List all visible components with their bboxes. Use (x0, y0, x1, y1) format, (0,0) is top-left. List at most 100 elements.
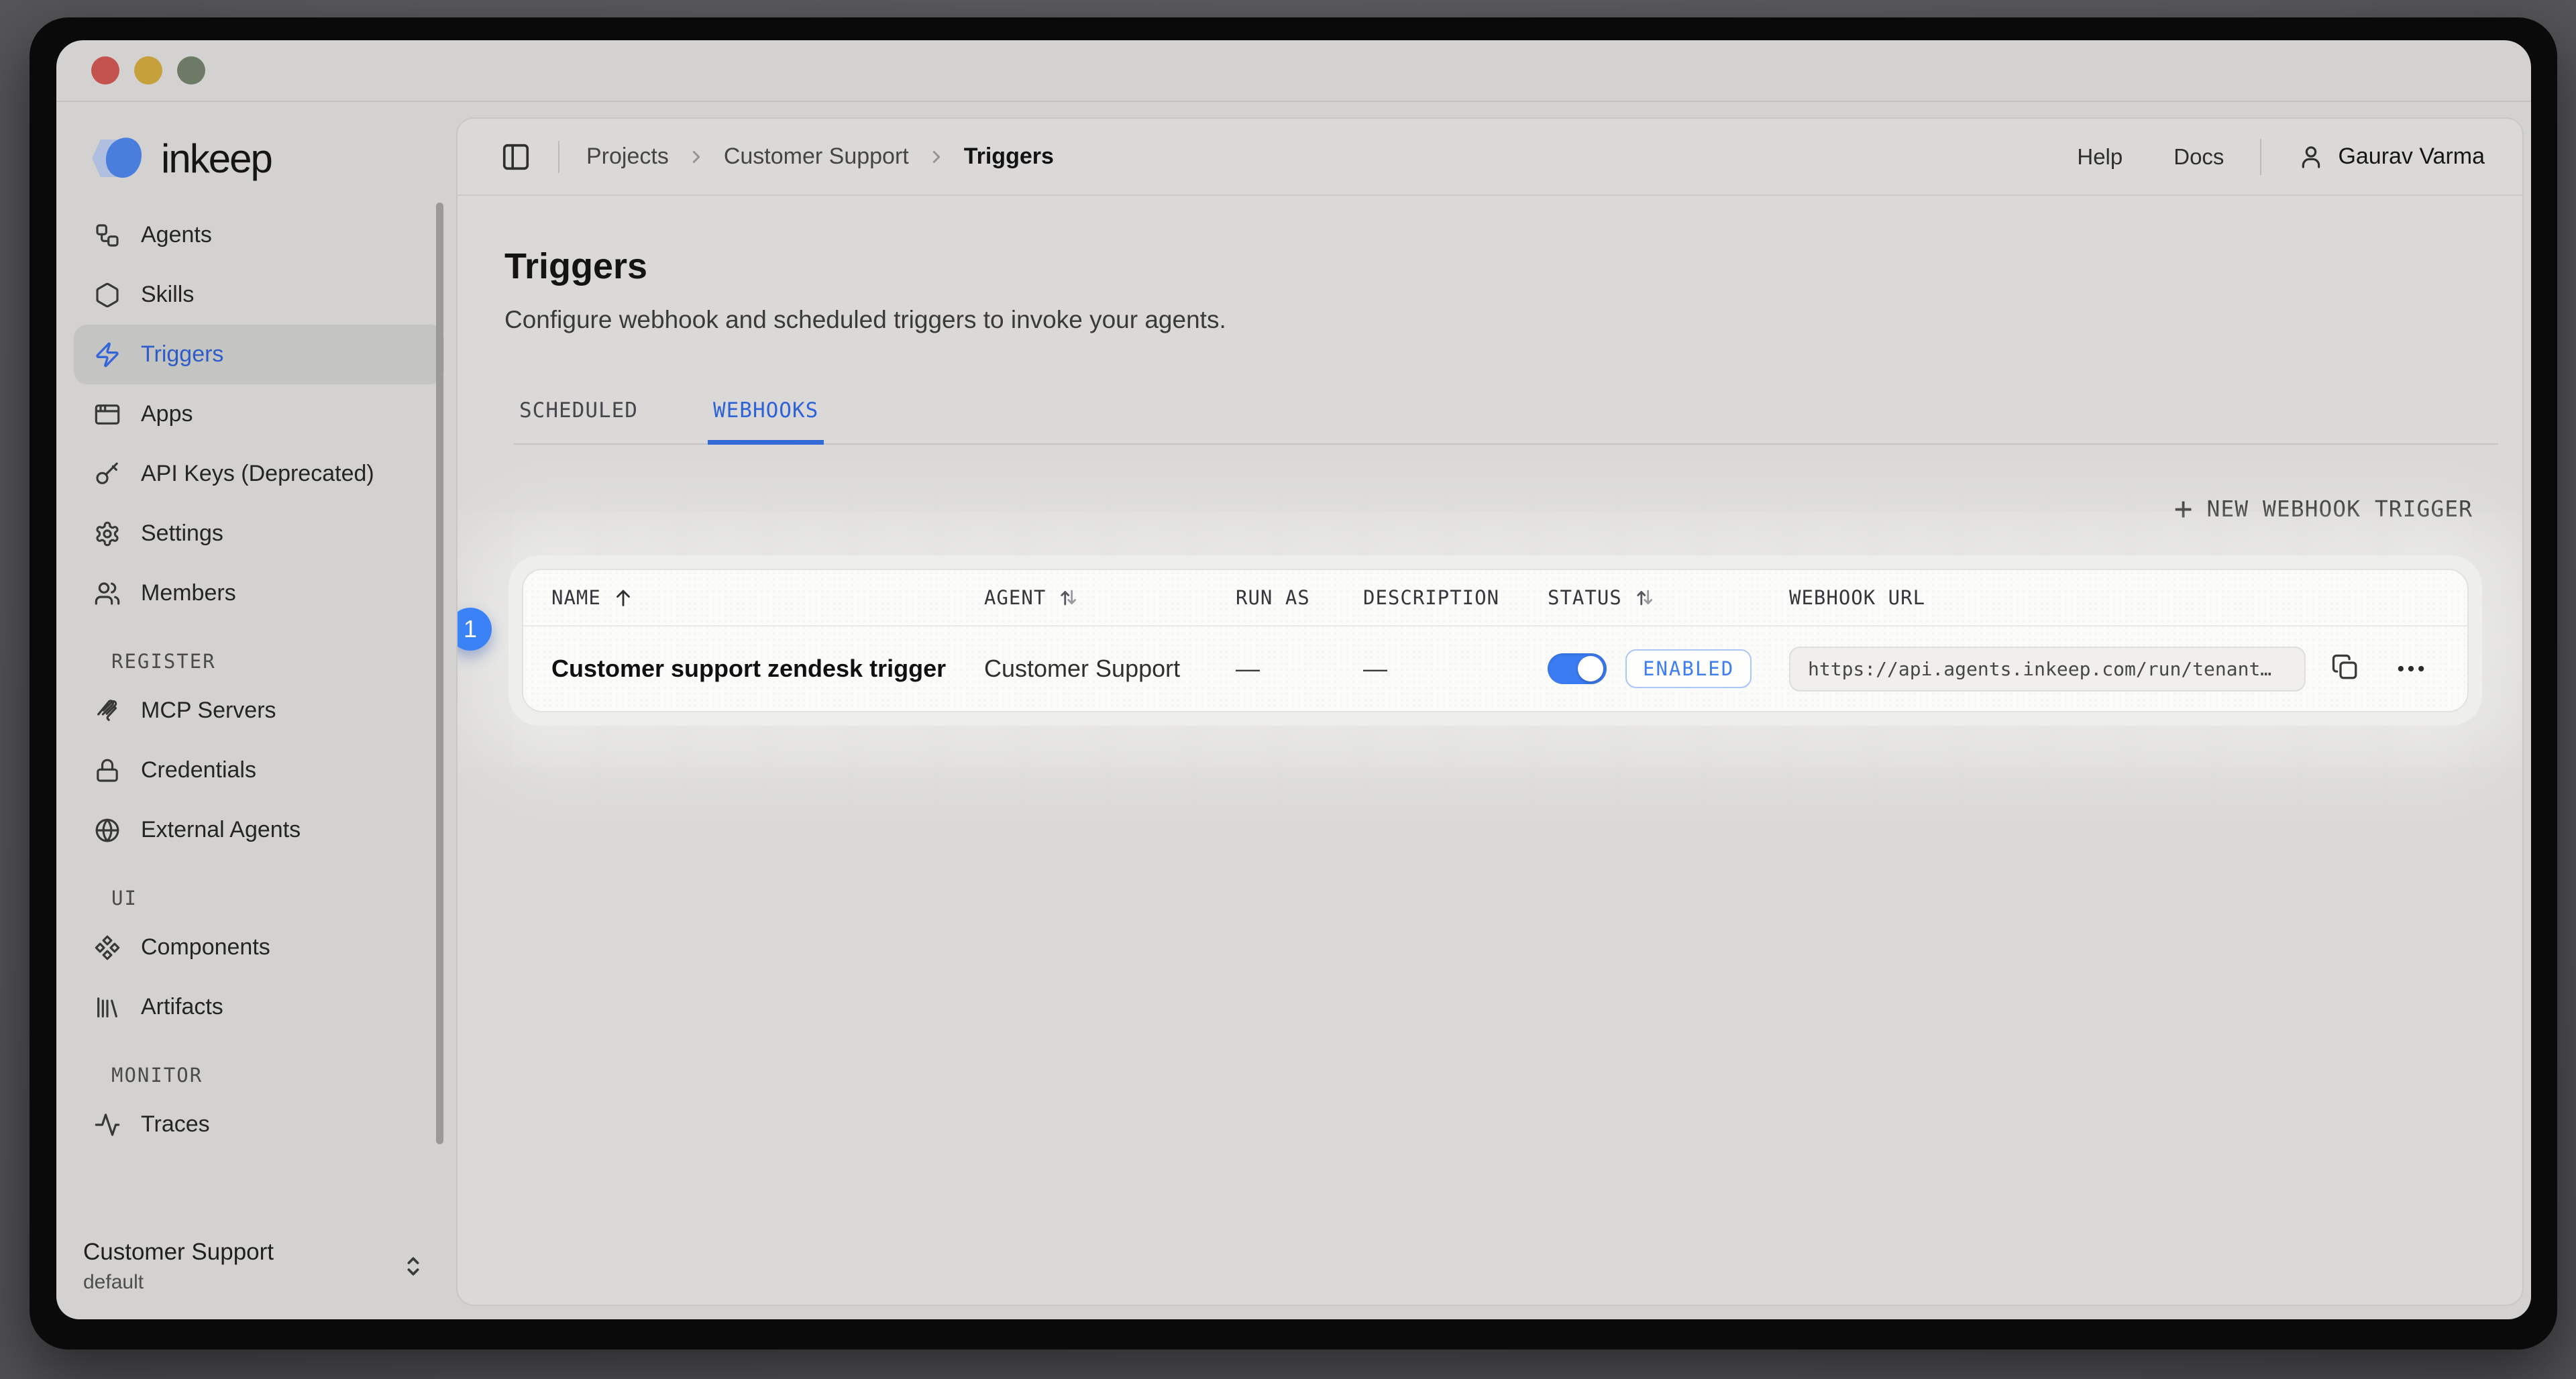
triggers-table: NAME AGENT RUN AS (522, 569, 2469, 712)
sidebar-item-credentials[interactable]: Credentials (74, 740, 444, 800)
sidebar-section-ui: UI (111, 887, 444, 909)
minimize-button[interactable] (134, 56, 162, 85)
sidebar-item-label: Triggers (141, 341, 223, 368)
panel-left-icon (500, 142, 531, 172)
trigger-description: — (1363, 655, 1548, 683)
users-icon (94, 580, 121, 607)
sidebar-item-label: API Keys (Deprecated) (141, 461, 374, 487)
close-button[interactable] (91, 56, 119, 85)
new-webhook-trigger-button[interactable]: + NEW WEBHOOK TRIGGER (2174, 496, 2473, 522)
zoom-button[interactable] (177, 56, 205, 85)
webhook-url-field[interactable]: https://api.agents.inkeep.com/run/tenant… (1789, 647, 2306, 692)
column-header-run-as: RUN AS (1236, 586, 1363, 609)
page-subtitle: Configure webhook and scheduled triggers… (504, 306, 2502, 334)
sidebar-item-components[interactable]: Components (74, 918, 444, 977)
trigger-status-cell: ENABLED (1548, 649, 1789, 688)
mcp-icon (94, 698, 121, 724)
sort-both-icon (1633, 586, 1656, 609)
column-header-description: DESCRIPTION (1363, 586, 1548, 609)
triggers-table-spotlight: 1 NAME AGENT (508, 555, 2482, 726)
tab-scheduled[interactable]: SCHEDULED (514, 398, 643, 445)
trigger-run-as: — (1236, 655, 1363, 683)
sidebar-toggle-button[interactable] (500, 142, 531, 172)
step-badge: 1 (456, 608, 492, 651)
page-title: Triggers (504, 245, 2502, 287)
header-divider (2260, 139, 2261, 175)
status-toggle[interactable] (1548, 653, 1607, 684)
trigger-url-cell: https://api.agents.inkeep.com/run/tenant… (1789, 647, 2439, 692)
sidebar-item-label: Artifacts (141, 994, 223, 1020)
lock-icon (94, 757, 121, 784)
column-header-status[interactable]: STATUS (1548, 586, 1789, 609)
sidebar-item-members[interactable]: Members (74, 563, 444, 623)
table-row[interactable]: Customer support zendesk trigger Custome… (523, 626, 2467, 711)
plus-icon: + (2174, 498, 2194, 520)
sidebar: inkeep Agents Skills Triggers (56, 103, 456, 1319)
app-window-icon (94, 401, 121, 428)
library-icon (94, 994, 121, 1021)
project-graph: default (83, 1271, 274, 1294)
column-header-agent[interactable]: AGENT (984, 586, 1236, 609)
app-window: inkeep Agents Skills Triggers (56, 40, 2531, 1319)
docs-link[interactable]: Docs (2174, 144, 2224, 170)
ellipsis-icon (2394, 651, 2428, 686)
project-switcher[interactable]: Customer Support default (83, 1239, 427, 1294)
sidebar-item-agents[interactable]: Agents (74, 205, 444, 265)
sidebar-item-external-agents[interactable]: External Agents (74, 800, 444, 860)
sidebar-scrollbar[interactable] (436, 203, 443, 1144)
trigger-agent: Customer Support (984, 655, 1236, 683)
chevron-right-icon (926, 147, 947, 167)
sidebar-section-register: REGISTER (111, 650, 444, 673)
globe-icon (94, 817, 121, 844)
sort-both-icon (1057, 586, 1079, 609)
sidebar-item-mcp-servers[interactable]: MCP Servers (74, 681, 444, 740)
new-webhook-trigger-label: NEW WEBHOOK TRIGGER (2207, 496, 2473, 522)
zap-icon (94, 341, 121, 368)
column-header-webhook-url: WEBHOOK URL (1789, 586, 2439, 609)
sidebar-item-label: Components (141, 934, 270, 960)
copy-url-button[interactable] (2331, 653, 2359, 685)
user-name: Gaurav Varma (2338, 144, 2485, 170)
sidebar-item-api-keys[interactable]: API Keys (Deprecated) (74, 444, 444, 504)
sidebar-item-skills[interactable]: Skills (74, 265, 444, 325)
sidebar-item-label: Credentials (141, 757, 256, 783)
sidebar-item-label: Agents (141, 222, 212, 248)
toggle-knob (1578, 656, 1603, 681)
sidebar-item-traces[interactable]: Traces (74, 1095, 444, 1154)
sidebar-item-label: Traces (141, 1111, 210, 1138)
key-icon (94, 461, 121, 488)
sidebar-item-artifacts[interactable]: Artifacts (74, 977, 444, 1037)
row-actions-menu-button[interactable] (2394, 651, 2428, 686)
chevron-right-icon (686, 147, 706, 167)
table-header-row: NAME AGENT RUN AS (523, 570, 2467, 626)
status-badge: ENABLED (1625, 649, 1752, 688)
hexagon-icon (94, 282, 121, 309)
titlebar (56, 40, 2531, 102)
breadcrumb-projects[interactable]: Projects (586, 144, 669, 170)
sidebar-item-settings[interactable]: Settings (74, 504, 444, 563)
sidebar-item-label: Members (141, 580, 236, 606)
breadcrumb-customer-support[interactable]: Customer Support (724, 144, 909, 170)
user-icon (2298, 144, 2324, 170)
macos-window-frame: inkeep Agents Skills Triggers (30, 17, 2557, 1349)
sidebar-item-triggers[interactable]: Triggers (74, 325, 444, 384)
trigger-name: Customer support zendesk trigger (551, 655, 984, 683)
copy-icon (2331, 653, 2359, 681)
panel-header: Projects Customer Support Triggers Help … (458, 119, 2522, 196)
chevrons-up-down-icon (400, 1253, 427, 1280)
logo-wordmark: inkeep (161, 135, 272, 182)
main-panel: Projects Customer Support Triggers Help … (456, 117, 2524, 1306)
inkeep-logo: inkeep (83, 134, 456, 182)
component-icon (94, 934, 121, 961)
project-name: Customer Support (83, 1239, 274, 1266)
column-header-name[interactable]: NAME (551, 586, 984, 609)
sidebar-item-apps[interactable]: Apps (74, 384, 444, 444)
sidebar-item-label: Apps (141, 401, 193, 427)
help-link[interactable]: Help (2077, 144, 2123, 170)
inkeep-logo-icon (83, 134, 148, 182)
user-menu[interactable]: Gaurav Varma (2298, 144, 2485, 170)
tab-webhooks[interactable]: WEBHOOKS (708, 398, 824, 445)
sidebar-section-monitor: MONITOR (111, 1064, 444, 1087)
tab-bar: SCHEDULED WEBHOOKS (514, 398, 2498, 445)
breadcrumb-triggers: Triggers (964, 144, 1054, 170)
